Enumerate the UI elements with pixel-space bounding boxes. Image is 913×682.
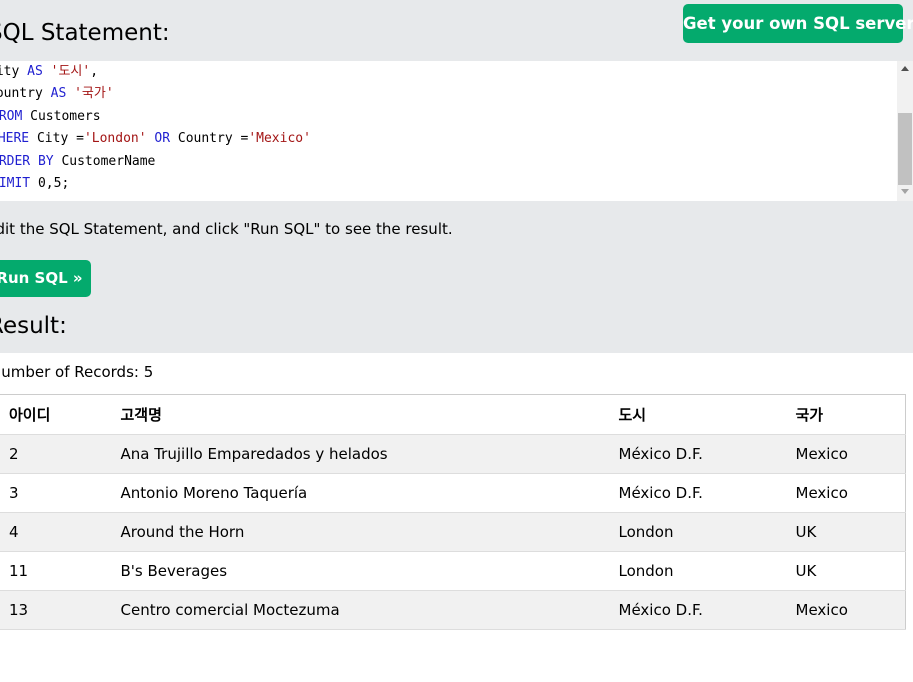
sql-statement-heading: SQL Statement: (0, 20, 170, 46)
cell-country: UK (786, 551, 906, 591)
instruction-text: Edit the SQL Statement, and click "Run S… (0, 220, 453, 238)
sql-string: '국가' (74, 86, 114, 102)
table-header-row: 아이디 고객명 도시 국가 (0, 394, 906, 435)
sql-text: Customers (22, 108, 101, 124)
cell-id: 11 (0, 551, 112, 591)
table-row: 3 Antonio Moreno Taquería México D.F. Mexic… (0, 473, 906, 513)
sql-keyword: AS (50, 86, 67, 102)
cell-id: 4 (0, 512, 112, 552)
cell-customer-name: Around the Horn (111, 512, 610, 552)
cell-city: México D.F. (609, 590, 787, 630)
code-line[interactable]: Country AS '국가' (0, 83, 114, 105)
sql-string: 'Mexico' (248, 131, 311, 147)
table-row: 4 Around the Horn London UK (0, 512, 906, 552)
sql-keyword: LIMIT (0, 176, 31, 191)
table-row: 11 B's Beverages London UK (0, 551, 906, 591)
sql-keyword: OR (154, 131, 171, 147)
column-header-country: 국가 (786, 394, 906, 435)
sql-keyword: AS (27, 64, 43, 79)
cell-country: Mexico (786, 473, 906, 513)
code-line[interactable]: FROM Customers (0, 106, 101, 128)
sql-text: Country = (170, 131, 249, 147)
result-table-body: 2 Ana Trujillo Emparedados y helados Méxic… (0, 434, 906, 630)
sql-string: 'London' (83, 131, 147, 147)
sql-keyword: ORDER BY (0, 153, 54, 169)
cell-customer-name: Antonio Moreno Taquería (111, 473, 610, 513)
cell-id: 2 (0, 434, 112, 474)
sql-string: '도시' (50, 64, 91, 79)
cell-country: Mexico (786, 590, 906, 630)
sql-text: City = (29, 131, 84, 147)
sql-text: 0,5; (30, 176, 70, 191)
column-header-customer-name: 고객명 (111, 394, 610, 435)
result-table: 아이디 고객명 도시 국가 2 Ana Trujillo Emparedados … (0, 394, 906, 630)
sql-text: City (0, 64, 20, 79)
cell-city: London (609, 512, 787, 552)
cell-city: México D.F. (609, 434, 787, 474)
records-count: Number of Records: 5 (0, 363, 154, 381)
code-line[interactable]: WHERE City ='London' OR Country ='Mexico… (0, 128, 311, 150)
cell-id: 3 (0, 473, 112, 513)
scroll-up-arrow-icon[interactable] (901, 66, 909, 71)
sql-text: Country (0, 86, 43, 102)
cell-customer-name: Ana Trujillo Emparedados y helados (111, 434, 610, 474)
run-sql-button[interactable]: Run SQL » (0, 260, 91, 297)
cell-city: London (609, 551, 787, 591)
column-header-id: 아이디 (0, 394, 112, 435)
cell-city: México D.F. (609, 473, 787, 513)
sql-text: , (90, 64, 99, 79)
column-header-city: 도시 (609, 394, 787, 435)
result-heading: Result: (0, 313, 67, 339)
editor-scrollbar[interactable] (897, 61, 913, 201)
cell-customer-name: B's Beverages (111, 551, 610, 591)
cell-id: 13 (0, 590, 112, 630)
table-row: 13 Centro comercial Moctezuma México D.F. M… (0, 590, 906, 630)
sql-keyword: WHERE (0, 131, 30, 147)
sql-code-editor[interactable]: City AS '도시',Country AS '국가'FROM Custome… (0, 61, 897, 201)
sql-editor-panel: SQL Statement: Get your own SQL server C… (0, 0, 913, 353)
code-line[interactable]: ORDER BY CustomerName (0, 151, 155, 173)
scrollbar-thumb[interactable] (898, 113, 912, 185)
sql-text: CustomerName (53, 153, 156, 169)
cell-country: Mexico (786, 434, 906, 474)
scroll-down-arrow-icon[interactable] (901, 189, 909, 194)
get-sql-server-button[interactable]: Get your own SQL server (683, 4, 913, 43)
sql-keyword: FROM (0, 108, 23, 124)
table-row: 2 Ana Trujillo Emparedados y helados Méxic… (0, 434, 906, 474)
code-line[interactable]: City AS '도시', (0, 61, 98, 83)
code-line[interactable]: LIMIT 0,5; (0, 173, 69, 195)
cell-customer-name: Centro comercial Moctezuma (111, 590, 610, 630)
cell-country: UK (786, 512, 906, 552)
